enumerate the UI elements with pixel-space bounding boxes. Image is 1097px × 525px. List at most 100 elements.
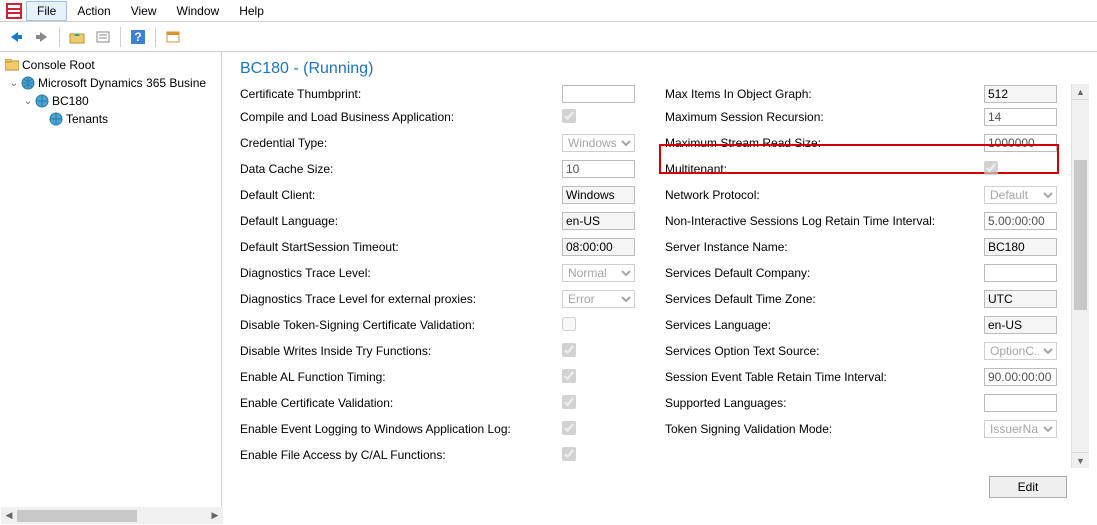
toolbar-separator [120,27,121,47]
row-disable-token-sign: Disable Token-Signing Certificate Valida… [240,312,635,338]
enable-cert-valid-checkbox[interactable] [562,395,576,409]
scroll-up-icon[interactable]: ▲ [1072,84,1089,100]
max-stream-input[interactable] [984,134,1057,152]
row-enable-file-access: Enable File Access by C/AL Functions: [240,442,635,468]
cert-thumbprint-input[interactable] [562,85,635,103]
token-sign-mode-select[interactable]: IssuerNa... [984,420,1057,438]
multitenant-checkbox[interactable] [984,161,998,175]
tree-bc180[interactable]: ⌄ BC180 [2,92,219,110]
label: Maximum Session Recursion: [665,110,984,124]
label: Certificate Thumbprint: [240,87,562,101]
tree-label: Microsoft Dynamics 365 Busine [38,76,206,90]
session-event-retain-input[interactable] [984,368,1057,386]
properties-button[interactable] [91,25,115,49]
label: Default StartSession Timeout: [240,240,562,254]
row-svc-option-text: Services Option Text Source: OptionC... [665,338,1057,364]
help-button[interactable]: ? [126,25,150,49]
data-cache-input[interactable] [562,160,635,178]
detail-pane: BC180 - (Running) Certificate Thumbprint… [222,52,1097,506]
enable-file-access-checkbox[interactable] [562,447,576,461]
svc-lang-value: en-US [984,316,1057,334]
row-compile-load: Compile and Load Business Application: [240,104,635,130]
back-button[interactable] [4,25,28,49]
credential-type-select[interactable]: Windows [562,134,635,152]
row-enable-al-timing: Enable AL Function Timing: [240,364,635,390]
enable-al-timing-checkbox[interactable] [562,369,576,383]
globe-icon [34,93,50,109]
tree-tenants[interactable]: Tenants [2,110,219,128]
row-credential-type: Credential Type: Windows [240,130,635,156]
expander-icon[interactable]: ⌄ [8,78,20,89]
default-client-value: Windows [562,186,635,204]
scroll-left-icon[interactable]: ◀ [1,508,17,524]
row-server-instance: Server Instance Name: BC180 [665,234,1057,260]
tree-label: BC180 [52,94,89,108]
row-token-sign-mode: Token Signing Validation Mode: IssuerNa.… [665,416,1057,442]
enable-event-log-checkbox[interactable] [562,421,576,435]
menu-action[interactable]: Action [67,2,120,20]
new-window-button[interactable] [161,25,185,49]
tree-console-root[interactable]: Console Root [2,56,219,74]
supported-lang-input[interactable] [984,394,1057,412]
row-noninteractive: Non-Interactive Sessions Log Retain Time… [665,208,1057,234]
label: Services Default Time Zone: [665,292,984,306]
label: Default Language: [240,214,562,228]
row-max-recursion: Maximum Session Recursion: [665,104,1057,130]
disable-writes-checkbox[interactable] [562,343,576,357]
scroll-thumb[interactable] [1074,160,1087,310]
scroll-track[interactable] [1072,100,1089,452]
page-title: BC180 - (Running) [240,60,1089,78]
label: Enable AL Function Timing: [240,370,562,384]
menu-window[interactable]: Window [167,2,230,20]
row-start-timeout: Default StartSession Timeout: 08:00:00 [240,234,635,260]
toolbar-separator [155,27,156,47]
diag-trace-ext-select[interactable]: Error [562,290,635,308]
row-cert-thumbprint: Certificate Thumbprint: [240,84,635,104]
noninteractive-input[interactable] [984,212,1057,230]
row-max-stream: Maximum Stream Read Size: [665,130,1057,156]
horizontal-scrollbar[interactable]: ◀ ▶ [1,507,223,524]
label: Server Instance Name: [665,240,984,254]
svc-tz-value: UTC [984,290,1057,308]
menu-help[interactable]: Help [229,2,274,20]
expander-icon[interactable]: ⌄ [22,96,34,107]
network-protocol-select[interactable]: Default [984,186,1057,204]
edit-button[interactable]: Edit [989,476,1067,498]
scroll-right-icon[interactable]: ▶ [207,508,223,524]
disable-token-sign-checkbox[interactable] [562,317,576,331]
up-folder-button[interactable] [65,25,89,49]
row-diag-trace: Diagnostics Trace Level: Normal [240,260,635,286]
forward-button[interactable] [30,25,54,49]
row-network-protocol: Network Protocol: Default [665,182,1057,208]
vertical-scrollbar[interactable]: ▲ ▼ [1071,84,1089,468]
max-items-value: 512 [984,85,1057,103]
tree-dynamics-root[interactable]: ⌄ Microsoft Dynamics 365 Busine [2,74,219,92]
svc-company-input[interactable] [984,264,1057,282]
folder-icon [4,57,20,73]
label: Multitenant: [665,162,984,176]
row-svc-tz: Services Default Time Zone: UTC [665,286,1057,312]
label: Credential Type: [240,136,562,150]
scroll-down-icon[interactable]: ▼ [1072,452,1089,468]
default-lang-value: en-US [562,212,635,230]
globe-icon [20,75,36,91]
label: Disable Token-Signing Certificate Valida… [240,318,562,332]
label: Services Option Text Source: [665,344,984,358]
menu-file[interactable]: File [26,1,67,21]
label: Default Client: [240,188,562,202]
compile-load-checkbox[interactable] [562,109,576,123]
scroll-thumb[interactable] [17,510,137,522]
max-recursion-input[interactable] [984,108,1057,126]
menu-view[interactable]: View [121,2,167,20]
row-supported-lang: Supported Languages: [665,390,1057,416]
scroll-track[interactable] [17,509,207,523]
server-instance-value: BC180 [984,238,1057,256]
svc-option-text-select[interactable]: OptionC... [984,342,1057,360]
row-max-items: Max Items In Object Graph: 512 [665,84,1057,104]
label: Enable File Access by C/AL Functions: [240,448,562,462]
menu-bar: File Action View Window Help [0,0,1097,22]
label: Services Default Company: [665,266,984,280]
diag-trace-select[interactable]: Normal [562,264,635,282]
globe-icon [48,111,64,127]
row-enable-event-log: Enable Event Logging to Windows Applicat… [240,416,635,442]
